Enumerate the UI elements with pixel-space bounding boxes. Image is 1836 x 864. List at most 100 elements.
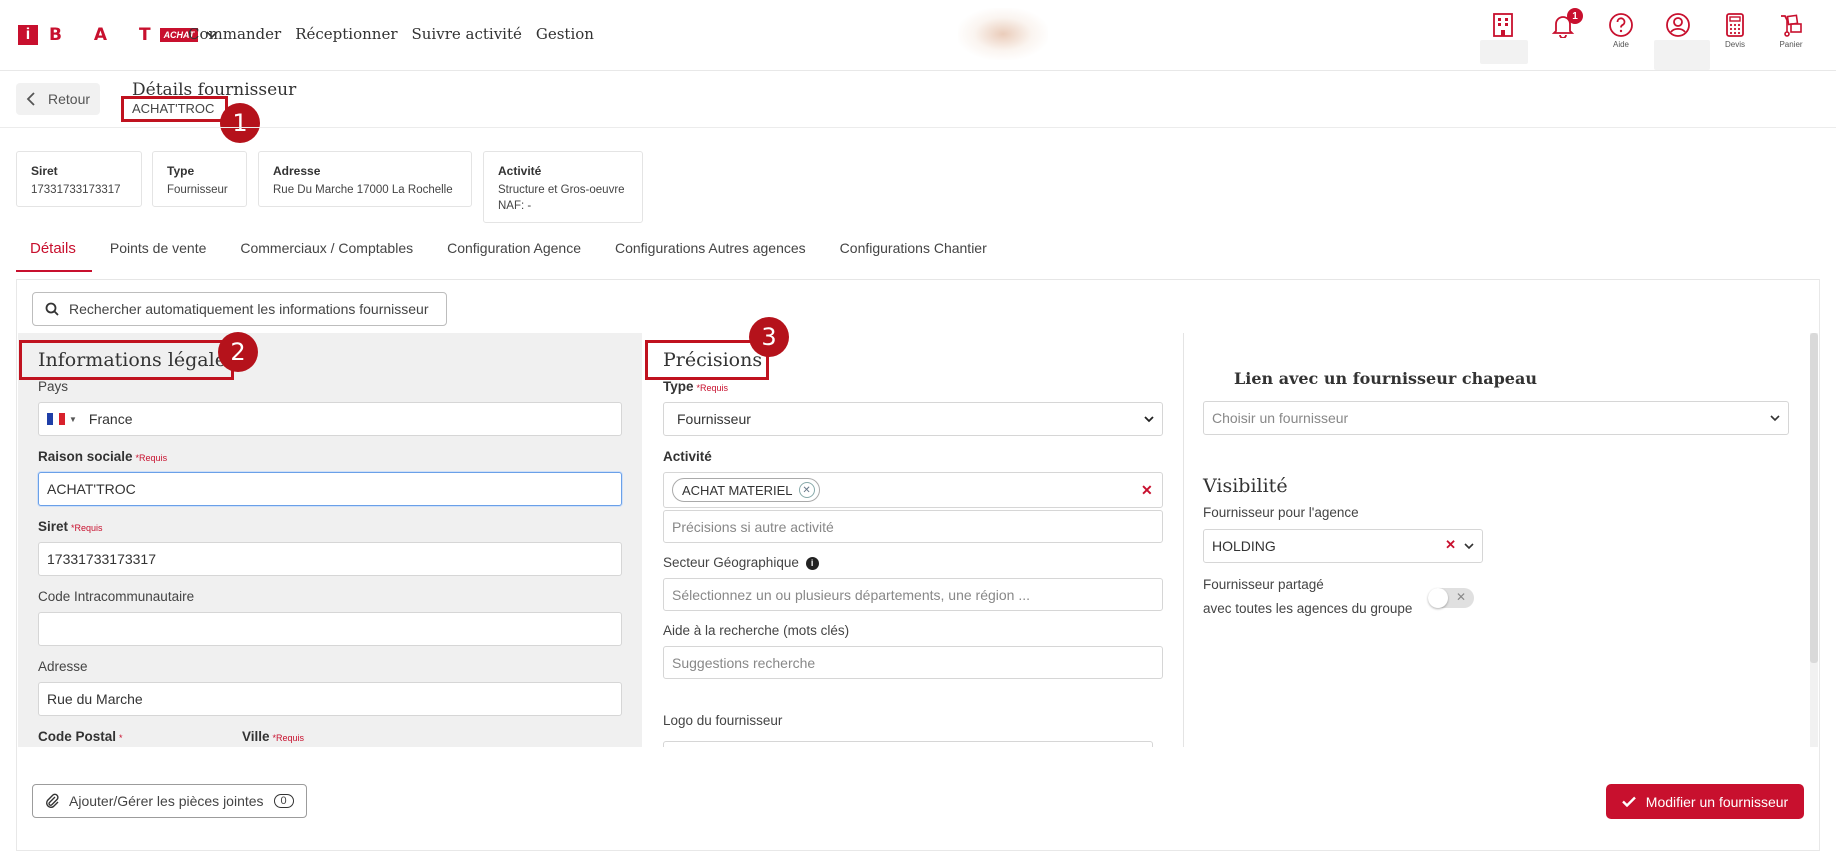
raison-sociale-input[interactable]: ACHAT'TROC	[38, 472, 622, 506]
nav-item-commander[interactable]: Commander	[188, 25, 281, 43]
building-caption-placeholder	[1480, 40, 1528, 64]
pays-field[interactable]: ▼ France	[38, 402, 622, 436]
toggle-knob	[1428, 588, 1448, 608]
notification-badge: 1	[1567, 8, 1583, 24]
search-icon	[45, 302, 59, 316]
logo-i-mark: i	[18, 25, 38, 45]
chapeau-select[interactable]: Choisir un fournisseur	[1203, 401, 1789, 435]
raison-sociale-label-text: Raison sociale	[38, 449, 133, 464]
france-flag-icon	[47, 413, 65, 425]
card-label: Type	[167, 164, 195, 178]
main-nav: Commander Réceptionner Suivre activité G…	[188, 25, 594, 43]
top-icons: 1 Aide Devis Panier	[1480, 8, 1820, 70]
bell-icon[interactable]: 1	[1550, 8, 1583, 38]
tab-configuration-agence[interactable]: Configuration Agence	[447, 230, 581, 272]
cart-caption: Panier	[1779, 40, 1803, 49]
caret-down-icon: ▼	[69, 414, 77, 424]
card-value: Structure et Gros-oeuvre	[498, 184, 625, 196]
attachments-button[interactable]: Ajouter/Gérer les pièces jointes 0	[32, 784, 307, 818]
building-icon[interactable]	[1490, 12, 1516, 38]
precisions-section: Précisions Type *Requis Fournisseur Activ…	[642, 333, 1184, 747]
info-card-adresse: Adresse Rue Du Marche 17000 La Rochelle	[258, 151, 472, 207]
card-value: Fournisseur	[167, 184, 228, 196]
chevron-down-icon	[1144, 416, 1154, 423]
activite-multiselect[interactable]: ACHAT MATERIEL ✕	[663, 472, 1163, 508]
secteur-label: Secteur Géographique i	[663, 555, 819, 570]
ville-label-text: Ville	[242, 729, 270, 744]
secteur-label-text: Secteur Géographique	[663, 555, 799, 570]
tab-commerciaux-comptables[interactable]: Commerciaux / Comptables	[240, 230, 413, 272]
tab-configurations-chantier[interactable]: Configurations Chantier	[840, 230, 987, 272]
pays-label: Pays	[38, 379, 69, 394]
right-section: Lien avec un fournisseur chapeau Choisir…	[1185, 333, 1809, 747]
tab-points-de-vente[interactable]: Points de vente	[110, 230, 207, 272]
nav-item-suivre-activite[interactable]: Suivre activité	[412, 25, 522, 43]
logo-fournisseur-label: Logo du fournisseur	[663, 713, 783, 728]
required-tag: *Requis	[272, 733, 305, 743]
attachments-count: 0	[273, 794, 294, 808]
scrollbar-thumb[interactable]	[1810, 333, 1818, 663]
cart-icon[interactable]: Panier	[1778, 12, 1804, 49]
code-postal-label: Code Postal *	[38, 729, 123, 744]
card-value: 17331733173317	[31, 184, 121, 196]
annotation-marker-3: 3	[749, 317, 789, 357]
annotation-marker-2: 2	[218, 332, 258, 372]
partage-label-line2: avec toutes les agences du groupe	[1203, 601, 1413, 616]
clear-activite-icon[interactable]: ✕	[1141, 482, 1153, 499]
nav-item-gestion[interactable]: Gestion	[536, 25, 594, 43]
agence-select[interactable]: HOLDING ✕	[1203, 529, 1483, 563]
raison-sociale-label: Raison sociale *Requis	[38, 449, 167, 464]
remove-chip-icon[interactable]: ✕	[798, 482, 815, 498]
info-icon[interactable]: i	[805, 556, 819, 570]
blurred-logo	[958, 8, 1048, 60]
intracom-input[interactable]	[38, 612, 622, 646]
type-select-value: Fournisseur	[677, 411, 751, 427]
paperclip-icon	[46, 793, 59, 808]
partage-toggle[interactable]: ✕	[1428, 588, 1474, 608]
adresse-input[interactable]: Rue du Marche	[38, 682, 622, 716]
chevron-left-icon	[26, 92, 35, 106]
clear-agence-icon[interactable]: ✕	[1445, 537, 1456, 553]
logo-dropzone[interactable]	[663, 741, 1153, 747]
calculator-icon[interactable]: Devis	[1722, 12, 1748, 49]
chevron-down-icon[interactable]	[1464, 543, 1474, 550]
type-label: Type *Requis	[663, 379, 728, 394]
siret-label: Siret *Requis	[38, 519, 103, 534]
autre-activite-input[interactable]: Précisions si autre activité	[663, 510, 1163, 543]
partage-label-line1: Fournisseur partagé	[1203, 577, 1324, 592]
secteur-input[interactable]: Sélectionnez un ou plusieurs département…	[663, 578, 1163, 611]
quotes-caption: Devis	[1724, 40, 1745, 49]
tab-configurations-autres-agences[interactable]: Configurations Autres agences	[615, 230, 806, 272]
user-icon[interactable]	[1665, 12, 1691, 38]
card-label: Activité	[498, 164, 542, 178]
attachments-label: Ajouter/Gérer les pièces jointes	[69, 793, 264, 809]
ville-label: Ville *Requis	[242, 729, 304, 744]
aide-recherche-label: Aide à la recherche (mots clés)	[663, 623, 850, 638]
card-label: Adresse	[273, 164, 321, 178]
chapeau-title: Lien avec un fournisseur chapeau	[1234, 369, 1537, 388]
legal-info-section: Informations légales Pays ▼ France Raiso…	[18, 333, 642, 747]
help-icon[interactable]: Aide	[1608, 12, 1634, 49]
check-icon	[1621, 796, 1636, 807]
logo-letters: B A T	[49, 25, 164, 45]
auto-search-button[interactable]: Rechercher automatiquement les informati…	[32, 292, 447, 326]
help-caption: Aide	[1612, 40, 1629, 49]
user-caption-placeholder	[1654, 40, 1710, 70]
info-card-siret: Siret 17331733173317	[16, 151, 142, 207]
info-card-activite: Activité Structure et Gros-oeuvre NAF: -	[483, 151, 643, 223]
aide-recherche-input[interactable]: Suggestions recherche	[663, 646, 1163, 679]
required-tag: *Requis	[71, 523, 103, 533]
back-button[interactable]: Retour	[16, 83, 100, 115]
agence-value: HOLDING	[1212, 538, 1276, 554]
visibilite-title: Visibilité	[1203, 475, 1288, 497]
siret-input[interactable]: 17331733173317	[38, 542, 622, 576]
header-divider	[0, 127, 1836, 128]
chapeau-placeholder: Choisir un fournisseur	[1212, 410, 1349, 426]
type-select[interactable]: Fournisseur	[663, 402, 1163, 436]
nav-item-receptionner[interactable]: Réceptionner	[295, 25, 397, 43]
modify-supplier-button[interactable]: Modifier un fournisseur	[1606, 784, 1804, 819]
required-tag: *Requis	[135, 453, 168, 463]
activite-chip[interactable]: ACHAT MATERIEL ✕	[672, 478, 820, 502]
close-icon: ✕	[1455, 590, 1466, 604]
tab-details[interactable]: Détails	[16, 230, 92, 272]
